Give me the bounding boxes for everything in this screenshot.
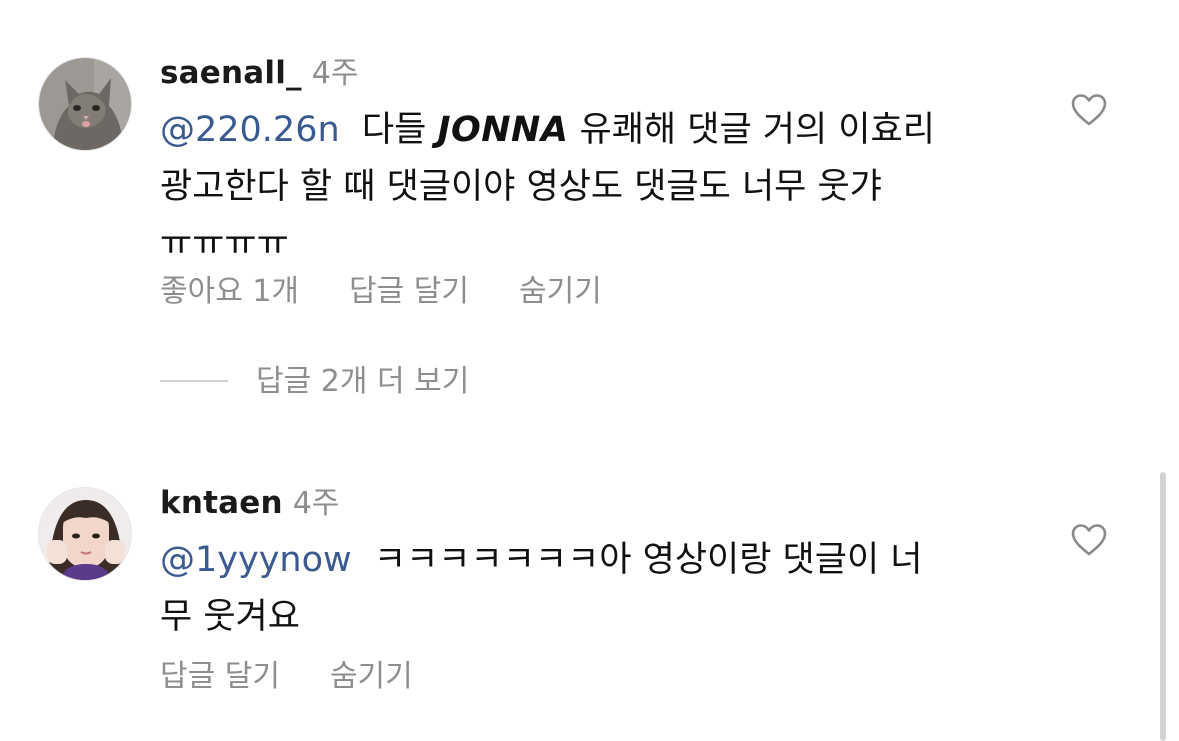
- like-count-button[interactable]: 좋아요 1개: [160, 272, 299, 312]
- view-more-replies-button[interactable]: 답글 2개 더 보기: [160, 362, 469, 402]
- comment-text-line: @1yyynow ㅋㅋㅋㅋㅋㅋㅋ아 영상이랑 댓글이 너: [160, 532, 922, 589]
- view-more-replies-label: 답글 2개 더 보기: [256, 364, 470, 399]
- avatar[interactable]: [38, 57, 132, 151]
- comment-text: @220.26n 다들 JONNA 유쾌해 댓글 거의 이효리 광고한다 할 때…: [160, 102, 935, 273]
- scrollbar[interactable]: [1160, 472, 1166, 741]
- avatar[interactable]: [38, 487, 132, 581]
- comment-username[interactable]: saenall_: [160, 55, 302, 91]
- comment-text-segment: 다들: [361, 110, 438, 150]
- comment-text-segment: 유쾌해 댓글 거의 이효리: [568, 110, 935, 150]
- comment-text: @1yyynow ㅋㅋㅋㅋㅋㅋㅋ아 영상이랑 댓글이 너 무 웃겨요: [160, 532, 922, 646]
- heart-outline-icon[interactable]: [1070, 93, 1108, 127]
- comment-text-segment: ㅋㅋㅋㅋㅋㅋㅋ아 영상이랑 댓글이 너: [373, 540, 923, 580]
- comment-text-line: 광고한다 할 때 댓글이야 영상도 댓글도 너무 웃갸: [160, 167, 882, 207]
- comment-text-line: @220.26n 다들 JONNA 유쾌해 댓글 거의 이효리: [160, 102, 935, 159]
- comment-actions: 답글 달기 숨기기: [160, 657, 413, 697]
- comment-timestamp: 4주: [292, 486, 340, 521]
- reply-button[interactable]: 답글 달기: [160, 657, 280, 697]
- comment-text-line: 무 웃겨요: [160, 597, 300, 637]
- comment-timestamp: 4주: [311, 56, 359, 91]
- comment-header: saenall_ 4주: [160, 53, 358, 94]
- comment-header: kntaen 4주: [160, 483, 339, 524]
- hide-button[interactable]: 숨기기: [519, 272, 602, 312]
- divider-line: [160, 379, 228, 382]
- heart-outline-icon[interactable]: [1070, 523, 1108, 557]
- comment-item: saenall_ 4주 @220.26n 다들 JONNA 유쾌해 댓글 거의 이…: [0, 0, 1150, 420]
- mention-link[interactable]: @220.26n: [160, 110, 340, 150]
- comment-username[interactable]: kntaen: [160, 485, 283, 521]
- hide-button[interactable]: 숨기기: [330, 657, 413, 697]
- comment-item: kntaen 4주 @1yyynow ㅋㅋㅋㅋㅋㅋㅋ아 영상이랑 댓글이 너 무 …: [0, 470, 1150, 741]
- comment-actions: 좋아요 1개 답글 달기 숨기기: [160, 272, 602, 312]
- mention-link[interactable]: @1yyynow: [160, 540, 352, 580]
- comment-text-emphasis: JONNA: [437, 110, 569, 150]
- comment-text-line: ㅠㅠㅠㅠ: [160, 224, 289, 264]
- reply-button[interactable]: 답글 달기: [349, 272, 469, 312]
